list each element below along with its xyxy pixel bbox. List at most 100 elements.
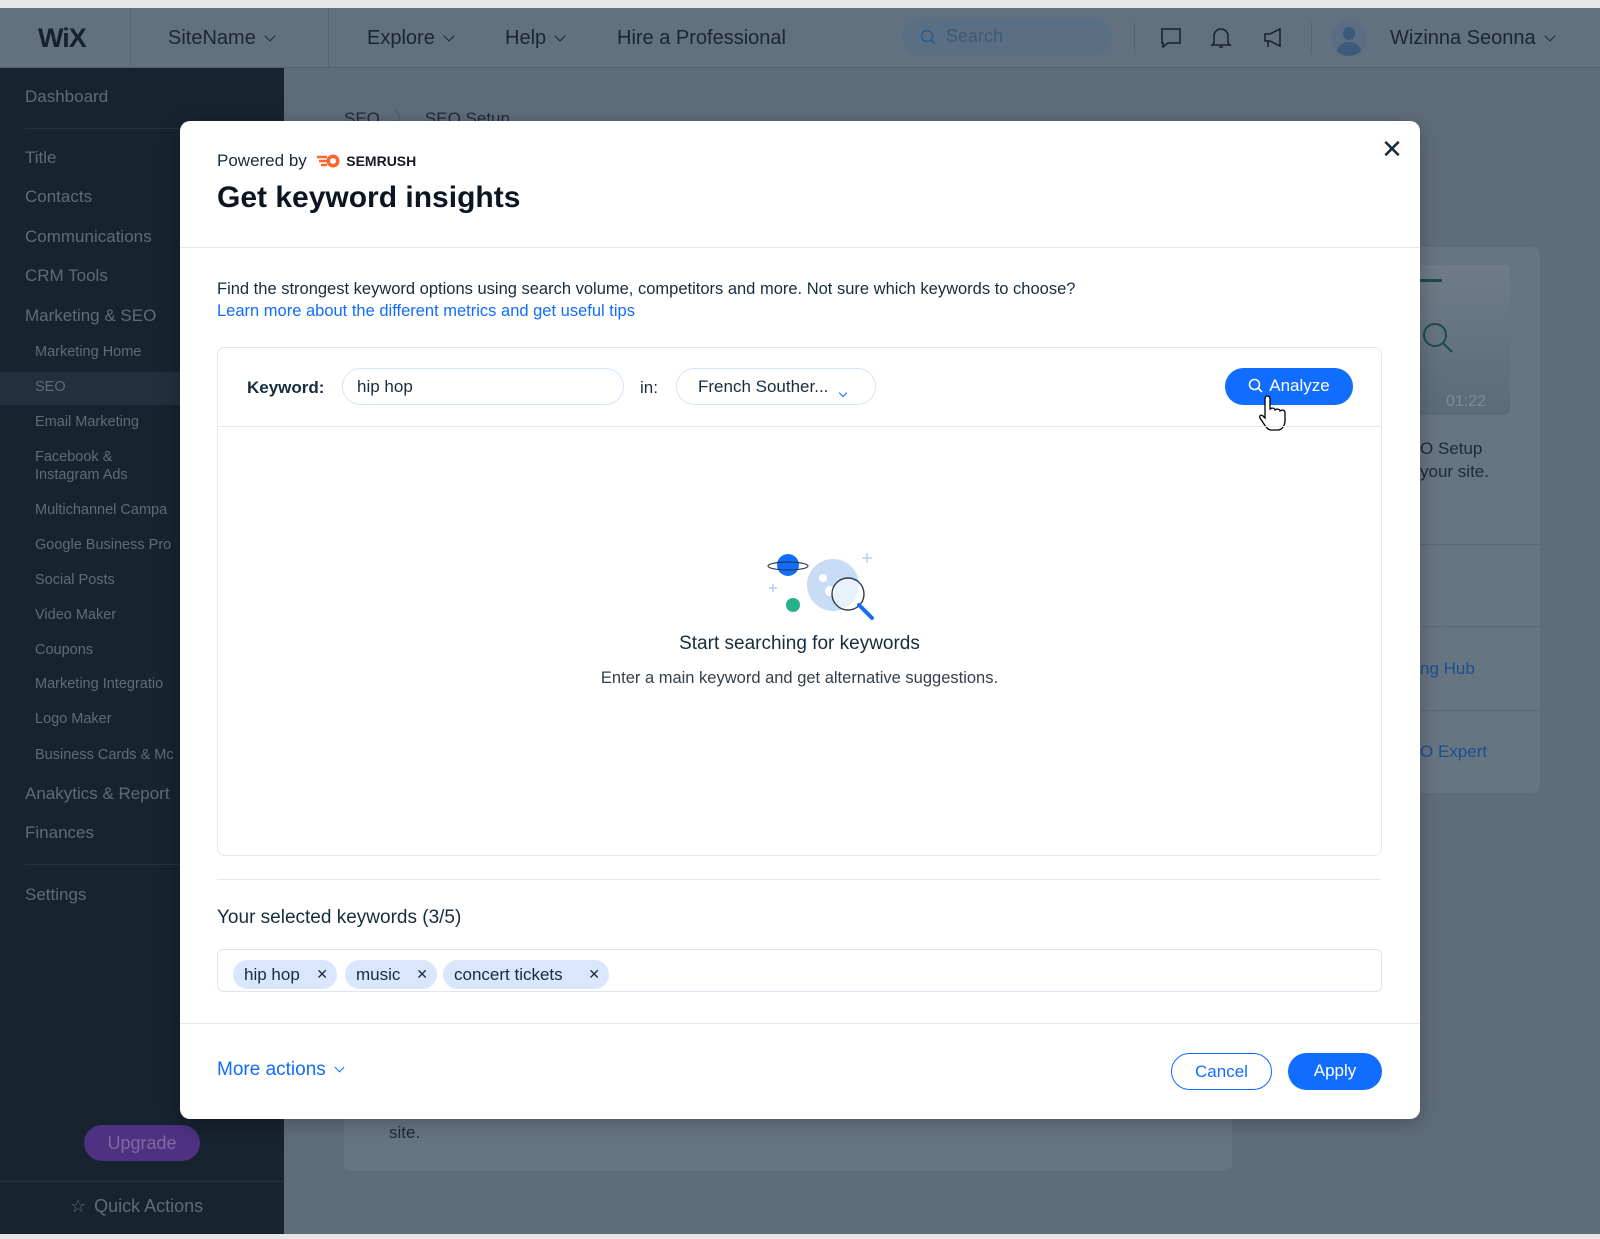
- powered-by-label: Powered by: [217, 151, 307, 170]
- empty-state-illustration: [767, 553, 874, 620]
- card-text-line2: your site.: [1420, 462, 1489, 481]
- sidebar-item-contacts[interactable]: Contacts: [25, 187, 92, 207]
- sidebar-item-google-business[interactable]: Google Business Pro: [35, 537, 171, 553]
- background-link-hub[interactable]: ng Hub: [1420, 659, 1475, 679]
- powered-by: Powered by SEMRUSH: [217, 151, 416, 171]
- sidebar-item-video-maker[interactable]: Video Maker: [35, 607, 116, 623]
- bottom-card-text: site.: [389, 1123, 421, 1142]
- card-text-line1: O Setup: [1420, 439, 1483, 458]
- empty-state-subtitle: Enter a main keyword and get alternative…: [600, 669, 999, 687]
- nav-label: Help: [505, 27, 547, 49]
- sidebar-item-marketing-home[interactable]: Marketing Home: [35, 344, 141, 360]
- close-icon[interactable]: ✕: [1380, 136, 1404, 162]
- more-actions-label: More actions: [217, 1059, 326, 1080]
- sidebar-item-coupons[interactable]: Coupons: [35, 642, 93, 658]
- keyword-chip: concert tickets ✕: [443, 960, 609, 989]
- site-name: SiteName: [168, 27, 256, 49]
- nav-label: Explore: [367, 27, 435, 49]
- sidebar-item-marketing-seo[interactable]: Marketing & SEO: [25, 306, 156, 326]
- sidebar-item-settings[interactable]: Settings: [25, 885, 86, 905]
- nav-hire-professional[interactable]: Hire a Professional: [617, 8, 786, 68]
- apply-button[interactable]: Apply: [1288, 1053, 1382, 1090]
- video-time: 01:22: [1446, 393, 1487, 410]
- remove-chip-icon[interactable]: ✕: [588, 960, 600, 989]
- sidebar-item-crm-tools[interactable]: CRM Tools: [25, 266, 108, 286]
- keyword-value: hip hop: [357, 377, 413, 396]
- user-name: Wizinna Seonna: [1390, 27, 1536, 49]
- selected-keywords-box: hip hop ✕ music ✕ concert tickets ✕: [217, 949, 1382, 992]
- sidebar-item-business-cards[interactable]: Business Cards & Mc: [35, 747, 174, 763]
- semrush-logo-icon: [316, 154, 340, 168]
- upgrade-button[interactable]: Upgrade: [84, 1125, 200, 1161]
- analyze-button[interactable]: Analyze: [1225, 368, 1353, 405]
- modal-description: Find the strongest keyword options using…: [217, 280, 1076, 298]
- chevron-down-icon: [264, 30, 276, 42]
- chevron-down-icon: [1543, 30, 1556, 42]
- keyword-label: Keyword:: [247, 378, 325, 397]
- modal-title: Get keyword insights: [217, 181, 521, 214]
- nav-help[interactable]: Help: [505, 8, 566, 68]
- sidebar-item-seo[interactable]: SEO: [35, 379, 66, 395]
- chat-icon[interactable]: [1160, 27, 1182, 49]
- quick-actions-button[interactable]: ☆ Quick Actions: [70, 1196, 203, 1217]
- semrush-brand: SEMRUSH: [346, 153, 417, 169]
- chevron-down-icon: [838, 388, 848, 398]
- remove-chip-icon[interactable]: ✕: [316, 960, 328, 989]
- sidebar-item-marketing-integrations[interactable]: Marketing Integratio: [35, 676, 163, 692]
- nav-explore[interactable]: Explore: [367, 8, 455, 68]
- browser-strip: [0, 0, 1600, 8]
- sidebar-item-communications[interactable]: Communications: [25, 227, 152, 247]
- search-icon: [1248, 378, 1263, 393]
- empty-state-title: Start searching for keywords: [679, 633, 920, 654]
- analyze-label: Analyze: [1269, 376, 1330, 395]
- keyword-input[interactable]: hip hop: [342, 368, 624, 405]
- keyword-insights-modal: Powered by SEMRUSH Get keyword insights …: [180, 121, 1420, 1119]
- sidebar-item-facebook-ads[interactable]: Facebook &: [35, 449, 112, 465]
- sidebar-item-dashboard[interactable]: Dashboard: [25, 87, 108, 107]
- bell-icon[interactable]: [1210, 26, 1232, 50]
- sidebar-item-social-posts[interactable]: Social Posts: [35, 572, 115, 588]
- chevron-down-icon: [443, 30, 455, 42]
- location-dropdown[interactable]: French Souther...: [676, 368, 876, 405]
- section-divider: [217, 879, 1380, 880]
- wix-logo: WiX: [38, 23, 87, 53]
- sidebar-item-multichannel[interactable]: Multichannel Campa: [35, 502, 167, 518]
- sidebar-item-email-marketing[interactable]: Email Marketing: [35, 414, 139, 430]
- chip-label: concert tickets: [454, 965, 563, 984]
- quick-actions-icon: ☆: [70, 1196, 87, 1216]
- remove-chip-icon[interactable]: ✕: [416, 960, 428, 989]
- user-menu[interactable]: Wizinna Seonna: [1390, 8, 1556, 68]
- chevron-down-icon: [334, 1062, 345, 1073]
- megaphone-icon[interactable]: [1262, 26, 1286, 50]
- background-link-expert[interactable]: O Expert: [1420, 742, 1487, 762]
- site-name-dropdown[interactable]: SiteName: [168, 8, 276, 68]
- learn-more-link[interactable]: Learn more about the different metrics a…: [217, 302, 635, 321]
- in-label: in:: [640, 378, 658, 397]
- sidebar-item-facebook-ads-line2[interactable]: Instagram Ads: [35, 467, 128, 483]
- chevron-down-icon: [554, 30, 566, 42]
- magnifier-icon: [1423, 323, 1453, 353]
- keyword-chip: music ✕: [345, 960, 437, 989]
- header-divider: [180, 247, 1420, 248]
- search-placeholder: Search: [946, 26, 1004, 46]
- chip-label: music: [356, 965, 401, 984]
- cancel-button[interactable]: Cancel: [1171, 1053, 1272, 1090]
- keyword-search-panel: Keyword: hip hop in: French Souther... A…: [217, 347, 1382, 856]
- sidebar-item-logo-maker[interactable]: Logo Maker: [35, 711, 112, 727]
- more-actions-dropdown[interactable]: More actions: [217, 1059, 345, 1081]
- sidebar-item-title[interactable]: Title: [25, 148, 57, 168]
- hand-cursor-icon: [1259, 395, 1286, 431]
- chip-label: hip hop: [244, 965, 300, 984]
- location-value: French Souther...: [698, 377, 829, 396]
- selected-keywords-title: Your selected keywords (3/5): [217, 907, 462, 928]
- search-input[interactable]: Search: [902, 18, 1112, 56]
- bottom-strip: [0, 1234, 1600, 1239]
- quick-actions-label: Quick Actions: [94, 1196, 204, 1216]
- search-icon: [920, 29, 936, 45]
- avatar[interactable]: [1331, 20, 1367, 56]
- keyword-chip: hip hop ✕: [233, 960, 337, 989]
- sidebar-item-finances[interactable]: Finances: [25, 823, 94, 843]
- sidebar-item-analytics[interactable]: Anakytics & Report: [25, 784, 170, 804]
- top-bar: WiX SiteName Explore Help Hire a Profess…: [0, 8, 1600, 68]
- footer-divider: [180, 1023, 1420, 1024]
